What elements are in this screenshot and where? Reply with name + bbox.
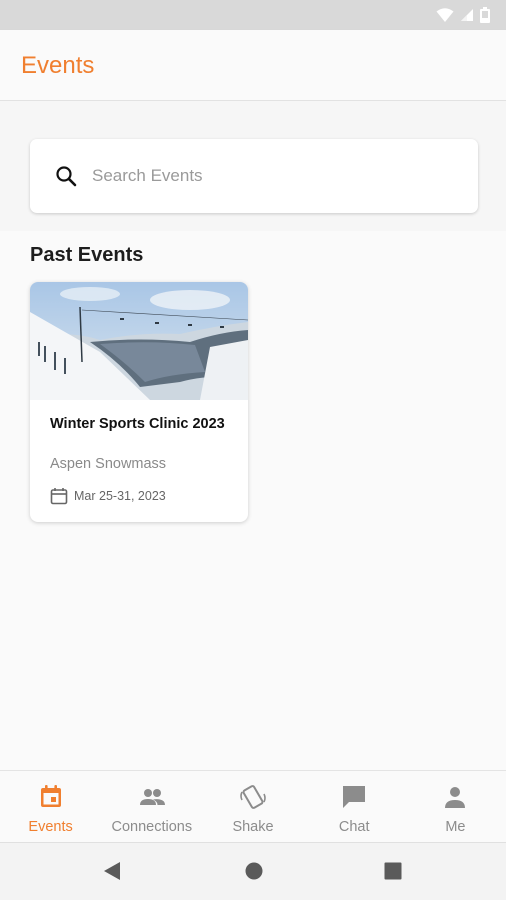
calendar-icon <box>50 488 68 505</box>
nav-item-events[interactable]: Events <box>0 771 101 842</box>
nav-label-me: Me <box>445 819 466 835</box>
nav-item-shake[interactable]: Shake <box>202 771 303 842</box>
signal-icon <box>461 9 473 21</box>
person-icon <box>445 787 466 808</box>
event-title: Winter Sports Clinic 2023 <box>50 416 225 432</box>
status-bar <box>0 0 506 30</box>
wifi-icon <box>436 8 454 22</box>
people-icon <box>139 789 165 805</box>
system-nav-bar <box>0 842 506 900</box>
event-image <box>30 282 248 400</box>
app-bar: Events <box>0 30 506 101</box>
search-box[interactable] <box>30 139 478 213</box>
search-icon <box>56 166 77 187</box>
event-card[interactable]: Winter Sports Clinic 2023 Aspen Snowmass… <box>30 282 248 522</box>
search-input[interactable] <box>92 161 452 191</box>
recents-icon[interactable] <box>383 860 403 882</box>
nav-item-connections[interactable]: Connections <box>101 771 202 842</box>
nav-item-me[interactable]: Me <box>405 771 506 842</box>
home-icon[interactable] <box>244 860 264 882</box>
nav-label-shake: Shake <box>232 819 274 835</box>
search-section <box>0 101 506 231</box>
battery-icon <box>480 7 490 23</box>
nav-label-events: Events <box>28 819 73 835</box>
event-date: Mar 25-31, 2023 <box>74 489 166 503</box>
nav-label-chat: Chat <box>338 819 370 835</box>
back-icon[interactable] <box>102 860 122 882</box>
nav-item-chat[interactable]: Chat <box>304 771 405 842</box>
page-title: Events <box>21 52 95 79</box>
nav-label-connections: Connections <box>111 819 193 835</box>
event-date-row: Mar 25-31, 2023 <box>50 487 166 505</box>
bottom-nav: Events Connections Shake Chat Me <box>0 770 506 842</box>
event-location: Aspen Snowmass <box>50 456 167 472</box>
calendar-icon <box>40 785 61 807</box>
chat-icon <box>343 786 366 808</box>
shake-phone-icon <box>240 785 266 809</box>
section-title: Past Events <box>30 244 144 266</box>
